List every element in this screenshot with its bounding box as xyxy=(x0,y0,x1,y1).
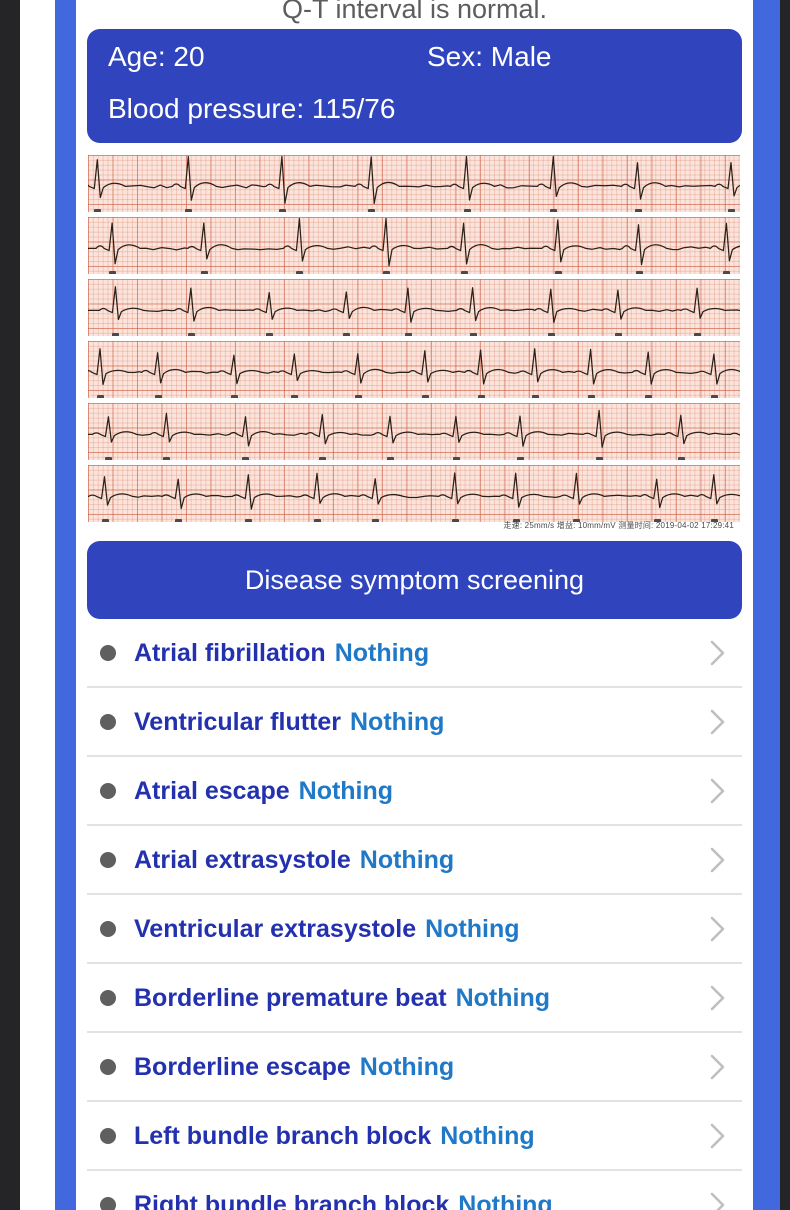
disease-list-item[interactable]: Atrial escape Nothing xyxy=(87,757,742,826)
disease-name: Borderline escape xyxy=(134,1052,351,1081)
chevron-right-icon[interactable] xyxy=(708,1190,728,1210)
disease-label-group: Atrial extrasystole Nothing xyxy=(134,843,454,877)
patient-info-card: Age: 20 Sex: Male Blood pressure: 115/76 xyxy=(87,29,742,143)
bullet-icon xyxy=(100,1058,116,1075)
disease-list-item[interactable]: Atrial extrasystole Nothing xyxy=(87,826,742,895)
disease-result-value: Nothing xyxy=(334,638,430,667)
chevron-right-icon[interactable] xyxy=(708,845,728,875)
disease-name: Ventricular extrasystole xyxy=(134,914,417,943)
disease-label-group: Ventricular flutter Nothing xyxy=(134,705,444,739)
disease-list-item[interactable]: Borderline escape Nothing xyxy=(87,1033,742,1102)
ecg-settings-footer: 走速: 25mm/s 增益: 10mm/mV 测量时间: 2019-04-02 … xyxy=(503,521,734,530)
ecg-strip xyxy=(88,279,740,336)
chevron-right-icon[interactable] xyxy=(708,914,728,944)
chevron-right-icon[interactable] xyxy=(708,983,728,1013)
bullet-icon xyxy=(100,644,116,661)
disease-label-group: Borderline escape Nothing xyxy=(134,1050,454,1084)
bullet-icon xyxy=(100,713,116,730)
left-blue-rail xyxy=(55,0,76,1210)
bullet-icon xyxy=(100,920,116,937)
ecg-strip xyxy=(88,155,740,212)
disease-name: Left bundle branch block xyxy=(134,1121,432,1150)
disease-label-group: Left bundle branch block Nothing xyxy=(134,1119,535,1153)
disease-list-item[interactable]: Atrial fibrillation Nothing xyxy=(87,619,742,688)
patient-info-row-1: Age: 20 Sex: Male xyxy=(87,31,742,83)
disease-label-group: Atrial escape Nothing xyxy=(134,774,393,808)
ecg-strip xyxy=(88,341,740,398)
chevron-right-icon[interactable] xyxy=(708,707,728,737)
ecg-strip-container xyxy=(88,155,740,522)
disease-result-value: Nothing xyxy=(359,845,455,874)
disease-list-item[interactable]: Borderline premature beat Nothing xyxy=(87,964,742,1033)
disease-name: Right bundle branch block xyxy=(134,1190,450,1210)
ecg-beat-markers xyxy=(88,394,740,398)
disease-name: Atrial escape xyxy=(134,776,290,805)
ecg-waveform-image[interactable]: 走速: 25mm/s 增益: 10mm/mV 测量时间: 2019-04-02 … xyxy=(88,155,740,533)
disease-label-group: Right bundle branch block Nothing xyxy=(134,1188,553,1210)
ecg-beat-markers xyxy=(88,332,740,336)
patient-blood-pressure: Blood pressure: 115/76 xyxy=(108,93,396,124)
disease-name: Atrial fibrillation xyxy=(134,638,326,667)
ecg-beat-markers xyxy=(88,456,740,460)
patient-info-row-2: Blood pressure: 115/76 xyxy=(87,83,742,135)
phone-frame: Q-T interval is normal. Age: 20 Sex: Mal… xyxy=(20,0,780,1210)
disease-label-group: Ventricular extrasystole Nothing xyxy=(134,912,520,946)
right-blue-rail xyxy=(753,0,780,1210)
bullet-icon xyxy=(100,989,116,1006)
bullet-icon xyxy=(100,1127,116,1144)
ecg-beat-markers xyxy=(88,270,740,274)
chevron-right-icon[interactable] xyxy=(708,776,728,806)
disease-result-value: Nothing xyxy=(350,707,445,736)
disease-list-item[interactable]: Ventricular flutter Nothing xyxy=(87,688,742,757)
chevron-right-icon[interactable] xyxy=(708,1121,728,1151)
bullet-icon xyxy=(100,851,116,868)
disease-result-value: Nothing xyxy=(440,1121,535,1150)
disease-result-value: Nothing xyxy=(425,914,520,943)
disease-result-value: Nothing xyxy=(458,1190,553,1210)
ecg-strip xyxy=(88,403,740,460)
disease-list-item[interactable]: Left bundle branch block Nothing xyxy=(87,1102,742,1171)
ecg-strip xyxy=(88,217,740,274)
qt-interval-note: Q-T interval is normal. xyxy=(281,0,548,24)
disease-name: Ventricular flutter xyxy=(134,707,341,736)
patient-sex: Sex: Male xyxy=(427,41,552,72)
disease-label-group: Atrial fibrillation Nothing xyxy=(134,636,429,670)
ecg-strip xyxy=(88,465,740,522)
chevron-right-icon[interactable] xyxy=(708,638,728,668)
chevron-right-icon[interactable] xyxy=(708,1052,728,1082)
bullet-icon xyxy=(100,1196,116,1210)
bullet-icon xyxy=(100,782,116,799)
ecg-beat-markers xyxy=(88,208,740,212)
disease-name: Borderline premature beat xyxy=(134,983,447,1012)
disease-screening-list: Atrial fibrillation Nothing Ventricular fl… xyxy=(76,619,753,1210)
disease-result-value: Nothing xyxy=(298,776,394,805)
disease-result-value: Nothing xyxy=(359,1052,455,1081)
disease-symptom-screening-button[interactable]: Disease symptom screening xyxy=(87,541,742,619)
patient-age: Age: 20 xyxy=(108,41,205,72)
disease-result-value: Nothing xyxy=(455,983,551,1012)
disease-list-item[interactable]: Ventricular extrasystole Nothing xyxy=(87,895,742,964)
report-page: Q-T interval is normal. Age: 20 Sex: Mal… xyxy=(76,0,753,1210)
disease-label-group: Borderline premature beat Nothing xyxy=(134,981,550,1015)
disease-name: Atrial extrasystole xyxy=(134,845,351,874)
disease-list-item[interactable]: Right bundle branch block Nothing xyxy=(87,1171,742,1210)
